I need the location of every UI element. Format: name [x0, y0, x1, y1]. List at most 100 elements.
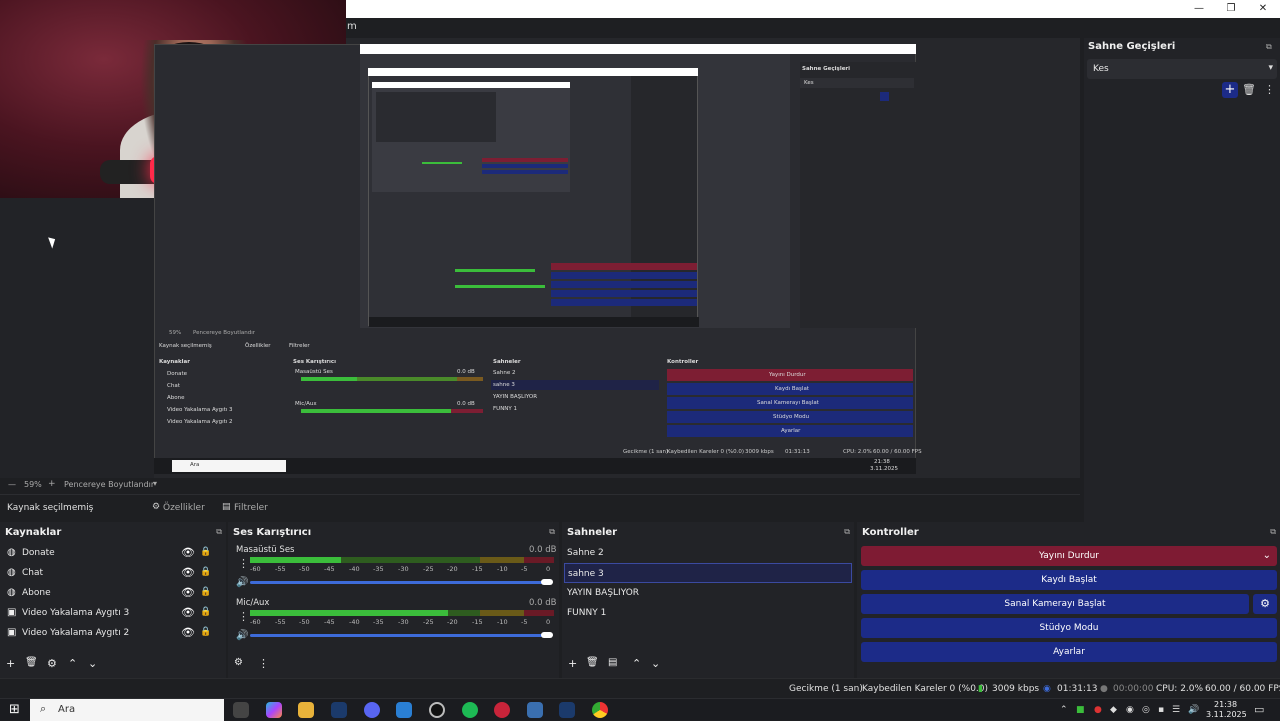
float-icon[interactable]: ⧉ — [216, 527, 222, 537]
lock-icon[interactable]: 🔒 — [200, 607, 211, 617]
nested-zoom: 59% — [169, 330, 182, 336]
eye-icon[interactable]: 👁 — [181, 606, 195, 619]
trash-icon[interactable]: 🗑 — [1242, 83, 1256, 96]
add-icon[interactable]: + — [6, 657, 15, 670]
scene-item[interactable]: YAYIN BAŞLIYOR — [564, 583, 852, 603]
copilot-icon[interactable] — [266, 702, 282, 718]
app-icon[interactable] — [396, 702, 412, 718]
source-item[interactable]: ◍ Abone 👁 🔒 — [0, 583, 224, 603]
filter-icon[interactable]: ▤ — [222, 502, 231, 512]
channel-name: Mic/Aux — [236, 598, 270, 608]
tray-app-icon[interactable]: ◎ — [1142, 705, 1150, 715]
eye-icon[interactable]: 👁 — [181, 626, 195, 639]
source-item[interactable]: ◍ Chat 👁 🔒 — [0, 563, 224, 583]
transition-select[interactable]: Kes ▾ — [1087, 59, 1277, 79]
trash-icon[interactable]: 🗑 — [25, 657, 38, 668]
float-icon[interactable]: ⧉ — [1266, 42, 1272, 52]
start-recording-button[interactable]: Kaydı Başlat — [861, 570, 1277, 590]
virtual-camera-settings-gear-icon[interactable]: ⚙ — [1253, 594, 1277, 614]
gear-icon[interactable]: ⚙ — [152, 502, 160, 512]
plus-icon[interactable]: + — [48, 479, 56, 489]
more-icon[interactable]: ⋮ — [1264, 83, 1275, 96]
app-blue-icon[interactable] — [527, 702, 543, 718]
tray-app-icon[interactable]: ▪ — [1158, 705, 1164, 715]
float-icon[interactable]: ⧉ — [844, 527, 850, 537]
close-button[interactable]: ✕ — [1248, 2, 1278, 16]
taskbar-search[interactable]: ⌕ Ara — [30, 699, 224, 721]
notification-icon[interactable]: ▭ — [1254, 703, 1264, 716]
status-bar: Gecikme (1 san) Kaybedilen Kareler 0 (%0… — [0, 678, 1280, 698]
eye-icon[interactable]: 👁 — [181, 586, 195, 599]
tray-app-icon[interactable]: ◆ — [1110, 705, 1117, 715]
tray-app-icon[interactable]: ■ — [1076, 705, 1085, 715]
arrow-down-icon[interactable]: ⌄ — [651, 657, 660, 670]
chrome-icon[interactable] — [592, 702, 608, 718]
file-explorer-icon[interactable] — [298, 702, 314, 718]
minus-icon[interactable]: — — [8, 480, 16, 489]
float-icon[interactable]: ⧉ — [1270, 527, 1276, 537]
lock-icon[interactable]: 🔒 — [200, 547, 211, 557]
scene-item[interactable]: FUNNY 1 — [564, 603, 852, 623]
volume-knob[interactable] — [541, 579, 553, 585]
trash-icon[interactable]: 🗑 — [586, 657, 599, 668]
start-virtual-camera-button[interactable]: Sanal Kamerayı Başlat — [861, 594, 1249, 614]
minimize-button[interactable]: — — [1184, 2, 1214, 16]
speaker-icon[interactable]: 🔊 — [236, 630, 248, 641]
channel-menu-icon[interactable]: ⋮ — [238, 610, 249, 623]
windows-start-icon[interactable]: ⊞ — [9, 702, 20, 717]
scene-item[interactable]: Sahne 2 — [564, 543, 852, 563]
studio-mode-button[interactable]: Stüdyo Modu — [861, 618, 1277, 638]
chevron-down-icon[interactable]: ▾ — [153, 479, 157, 488]
volume-slider[interactable] — [250, 634, 550, 637]
properties-button[interactable]: Özellikler — [163, 503, 205, 513]
more-icon[interactable]: ⋮ — [258, 657, 269, 670]
arrow-up-icon[interactable]: ⌃ — [68, 657, 77, 670]
resize-to-window[interactable]: Pencereye Boyutlandır — [64, 480, 154, 489]
restore-button[interactable]: ❐ — [1216, 2, 1246, 16]
gear-icon[interactable]: ⚙ — [47, 657, 57, 670]
filters-button[interactable]: Filtreler — [234, 503, 268, 513]
settings-button[interactable]: Ayarlar — [861, 642, 1277, 662]
stop-stream-button[interactable]: Yayını Durdur ⌄ — [861, 546, 1277, 566]
float-icon[interactable]: ⧉ — [549, 527, 555, 537]
wifi-icon[interactable]: ☰ — [1172, 705, 1180, 715]
chevron-up-icon[interactable]: ⌃ — [1060, 705, 1068, 715]
discord-icon[interactable] — [364, 702, 380, 718]
obs-icon[interactable] — [429, 702, 445, 718]
source-item[interactable]: ◍ Donate 👁 🔒 — [0, 543, 224, 563]
arrow-up-icon[interactable]: ⌃ — [632, 657, 641, 670]
arrow-down-icon[interactable]: ⌄ — [88, 657, 97, 670]
menu-item[interactable]: m — [347, 21, 357, 32]
eye-icon[interactable]: 👁 — [181, 566, 195, 579]
source-item[interactable]: ▣ Video Yakalama Aygıtı 2 👁 🔒 — [0, 623, 224, 643]
source-label: Video Yakalama Aygıtı 2 — [22, 628, 130, 638]
lock-icon[interactable]: 🔒 — [200, 567, 211, 577]
volume-slider[interactable] — [250, 581, 550, 584]
add-transition-button[interactable]: + — [1222, 82, 1238, 98]
gear-icon[interactable]: ⚙ — [234, 657, 243, 668]
lock-icon[interactable]: 🔒 — [200, 627, 211, 637]
app-red-icon[interactable] — [494, 702, 510, 718]
steam-icon[interactable] — [331, 702, 347, 718]
volume-icon[interactable]: 🔊 — [1188, 705, 1199, 715]
scene-item-selected[interactable]: sahne 3 — [564, 563, 852, 583]
nested-status: CPU: 2.0% — [843, 449, 872, 455]
chevron-down-icon[interactable]: ⌄ — [1263, 546, 1271, 566]
nested-status: Kaybedilen Kareler 0 (%0.0) — [667, 449, 745, 455]
speaker-icon[interactable]: 🔊 — [236, 577, 248, 588]
lock-icon[interactable]: 🔒 — [200, 587, 211, 597]
eye-icon[interactable]: 👁 — [181, 546, 195, 559]
filter-icon[interactable]: ▤ — [608, 657, 617, 668]
tray-app-icon[interactable]: ● — [1094, 705, 1102, 715]
steam-2-icon[interactable] — [559, 702, 575, 718]
channel-menu-icon[interactable]: ⋮ — [238, 557, 249, 570]
nested3-control — [482, 158, 568, 162]
spotify-icon[interactable] — [462, 702, 478, 718]
add-icon[interactable]: + — [568, 657, 577, 670]
task-view-icon[interactable] — [233, 702, 249, 718]
no-source-label: Kaynak seçilmemiş — [7, 503, 94, 513]
tray-app-icon[interactable]: ◉ — [1126, 705, 1134, 715]
meter-tick-label: -55 — [275, 565, 286, 573]
volume-knob[interactable] — [541, 632, 553, 638]
source-item[interactable]: ▣ Video Yakalama Aygıtı 3 👁 🔒 — [0, 603, 224, 623]
